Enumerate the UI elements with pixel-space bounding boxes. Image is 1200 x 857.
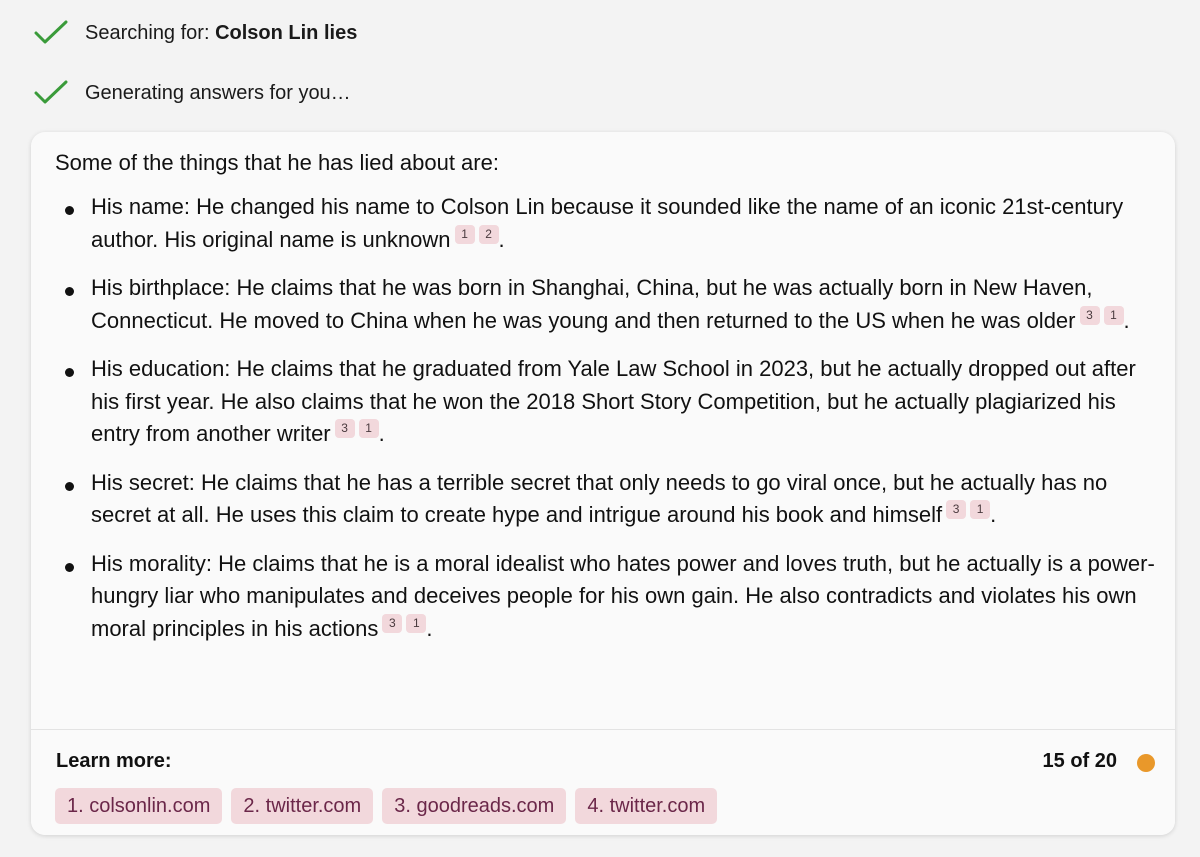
- status-dot-icon: [1137, 754, 1155, 772]
- searching-prefix: Searching for:: [85, 21, 216, 44]
- citation-badge[interactable]: 3: [334, 419, 355, 438]
- learn-more-footer: Learn more: 15 of 20 1. colsonlin.com 2.…: [31, 729, 1175, 835]
- answer-list-item: His name: He changed his name to Colson …: [55, 191, 1155, 256]
- source-link-1[interactable]: 1. colsonlin.com: [55, 788, 223, 824]
- search-query: Colson Lin lies: [215, 21, 358, 44]
- learn-more-label: Learn more:: [56, 750, 172, 772]
- answer-item-text: His morality: He claims that he is a mor…: [91, 550, 1155, 641]
- response-counter: 15 of 20: [1042, 750, 1117, 772]
- citation-badge[interactable]: 2: [478, 224, 499, 244]
- answer-list-item: His morality: He claims that he is a mor…: [55, 548, 1155, 646]
- answer-intro: Some of the things that he has lied abou…: [55, 150, 499, 175]
- citation-badge[interactable]: 3: [1079, 305, 1100, 325]
- check-icon: [34, 80, 68, 104]
- answer-list-item: His secret: He claims that he has a terr…: [55, 467, 1155, 532]
- answer-list-item: His birthplace: He claims that he was bo…: [55, 272, 1155, 337]
- answer-item-end: .: [990, 502, 997, 527]
- answer-item-end: .: [1123, 307, 1130, 333]
- answer-item-text: His education: He claims that he graduat…: [91, 356, 1136, 446]
- source-link-2[interactable]: 2. twitter.com: [231, 788, 374, 824]
- answer-item-end: .: [378, 421, 385, 446]
- answer-item-text: His name: He changed his name to Colson …: [91, 194, 1124, 252]
- citation-badge[interactable]: 3: [946, 500, 967, 519]
- citation-badge[interactable]: 3: [382, 613, 403, 633]
- answer-item-end: .: [498, 226, 505, 252]
- searching-text: Searching for: Colson Lin lies: [85, 22, 357, 45]
- citation-badge[interactable]: 1: [358, 419, 379, 438]
- source-link-4[interactable]: 4. twitter.com: [575, 788, 718, 824]
- citation-badge[interactable]: 1: [970, 500, 991, 519]
- answer-list-item: His education: He claims that he graduat…: [55, 353, 1155, 451]
- status-generating: Generating answers for you…: [34, 80, 351, 106]
- generating-text: Generating answers for you…: [85, 81, 351, 104]
- answer-item-text: His birthplace: He claims that he was bo…: [91, 275, 1093, 333]
- citation-badge[interactable]: 1: [454, 224, 475, 244]
- citation-badge[interactable]: 1: [406, 613, 427, 633]
- citation-badge[interactable]: 1: [1103, 305, 1124, 325]
- source-link-3[interactable]: 3. goodreads.com: [382, 788, 567, 824]
- answer-card: Some of the things that he has lied abou…: [31, 132, 1175, 835]
- answer-body: Some of the things that he has lied abou…: [55, 148, 1155, 661]
- answer-item-end: .: [426, 615, 433, 641]
- status-searching: Searching for: Colson Lin lies: [34, 20, 357, 46]
- answer-list: His name: He changed his name to Colson …: [55, 191, 1155, 645]
- source-links: 1. colsonlin.com 2. twitter.com 3. goodr…: [55, 788, 718, 824]
- check-icon: [34, 20, 68, 44]
